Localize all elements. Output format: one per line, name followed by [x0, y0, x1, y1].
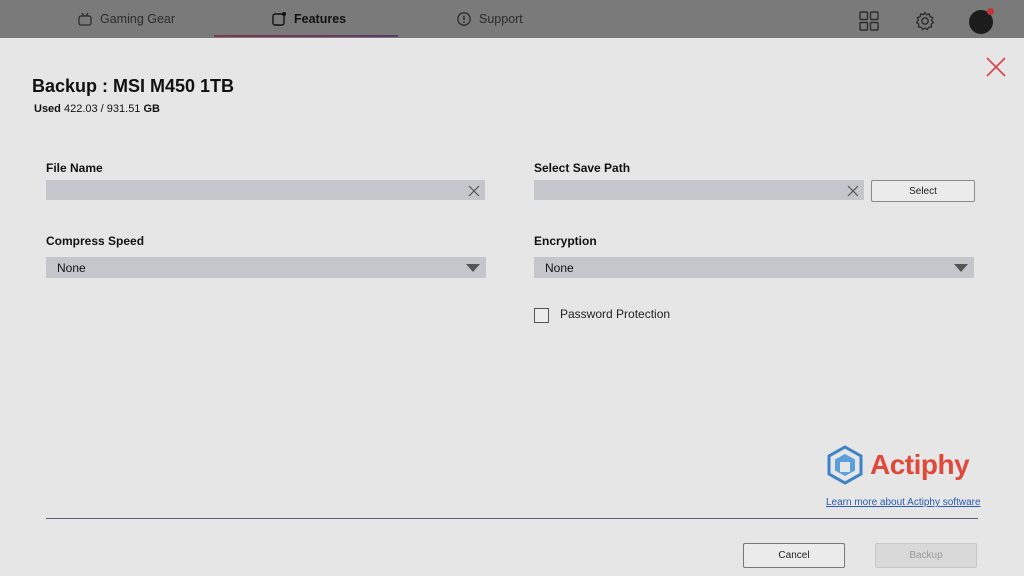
backup-button[interactable]: Backup	[875, 543, 977, 568]
file-name-input[interactable]	[46, 180, 485, 200]
divider	[46, 518, 978, 519]
actiphy-logo: Actiphy	[826, 445, 970, 485]
password-protection-checkbox[interactable]	[534, 308, 549, 323]
actiphy-logo-icon	[827, 445, 863, 485]
tab-label: Support	[479, 12, 523, 26]
encryption-label: Encryption	[534, 234, 597, 248]
used-unit: GB	[143, 103, 161, 115]
password-protection-label: Password Protection	[560, 307, 671, 321]
select-path-button[interactable]: Select	[871, 180, 975, 202]
tab-label: Features	[294, 12, 347, 26]
tab-features[interactable]: Features	[271, 0, 346, 38]
save-path-input[interactable]	[534, 180, 864, 200]
clear-icon[interactable]	[468, 184, 480, 197]
active-tab-indicator	[214, 35, 398, 37]
used-label: Used	[34, 103, 61, 115]
features-icon	[271, 11, 287, 27]
cancel-button[interactable]: Cancel	[743, 543, 845, 568]
compress-speed-select[interactable]: None	[46, 257, 486, 278]
used-value: 422.03 / 931.51	[63, 103, 141, 115]
backup-dialog: Backup : MSI M450 1TB Used 422.03 / 931.…	[0, 38, 1024, 576]
file-name-label: File Name	[46, 161, 103, 175]
tab-label: Gaming Gear	[100, 12, 176, 26]
clear-icon[interactable]	[847, 184, 859, 197]
gear-icon[interactable]	[914, 10, 936, 32]
grid-icon[interactable]	[858, 10, 880, 32]
compress-speed-label: Compress Speed	[46, 234, 145, 248]
chevron-down-icon	[954, 264, 968, 272]
gamepad-icon	[77, 11, 93, 27]
save-path-label: Select Save Path	[534, 161, 631, 175]
support-icon	[456, 11, 472, 27]
disk-usage: Used 422.03 / 931.51 GB	[34, 103, 160, 115]
encryption-select[interactable]: None	[534, 257, 974, 278]
compress-speed-value: None	[57, 260, 86, 275]
close-icon[interactable]	[985, 56, 1007, 78]
brand-name: Actiphy	[870, 449, 970, 480]
chevron-down-icon	[466, 264, 480, 272]
encryption-value: None	[545, 260, 574, 275]
top-nav: Gaming Gear Features Support	[0, 0, 1024, 38]
tab-support[interactable]: Support	[456, 0, 523, 38]
learn-more-link[interactable]: Learn more about Actiphy software	[826, 497, 981, 508]
notification-dot	[987, 8, 994, 15]
tab-gaming-gear[interactable]: Gaming Gear	[77, 0, 175, 38]
page-title: Backup : MSI M450 1TB	[32, 76, 235, 96]
